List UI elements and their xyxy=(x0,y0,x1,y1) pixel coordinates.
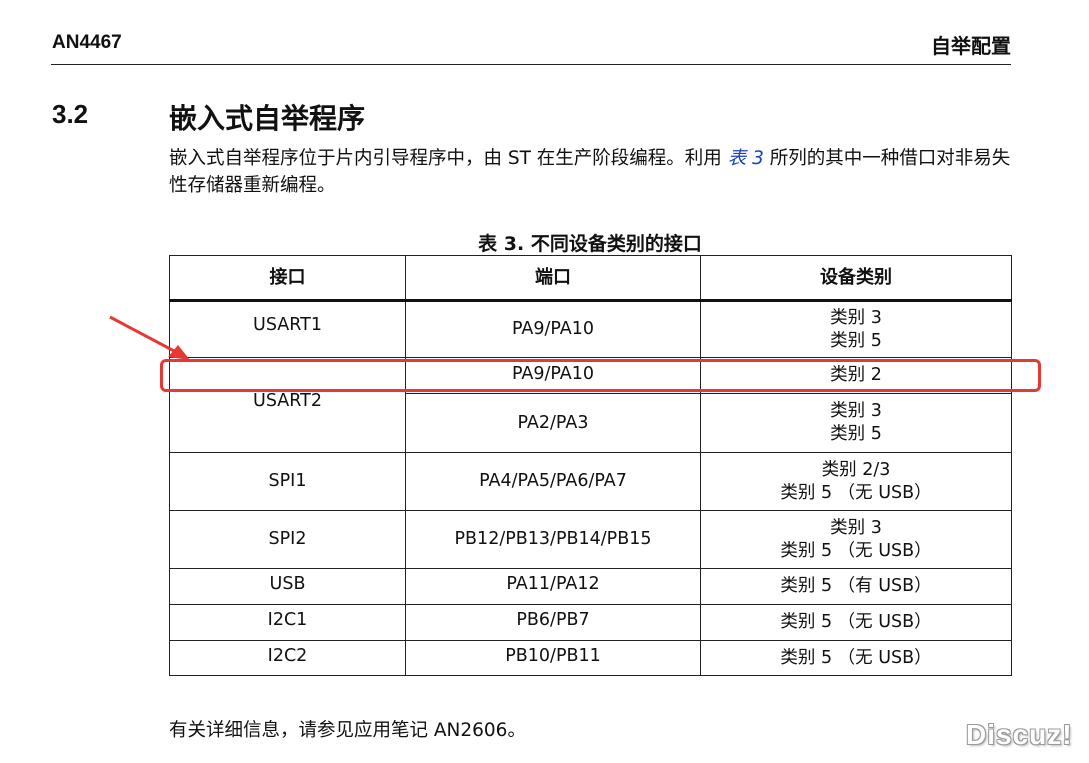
annotation-arrow-icon xyxy=(109,315,190,360)
footer-note: 有关详细信息，请参见应用笔记 AN2606。 xyxy=(169,720,526,741)
watermark-logo: Discuz! xyxy=(966,719,1073,750)
